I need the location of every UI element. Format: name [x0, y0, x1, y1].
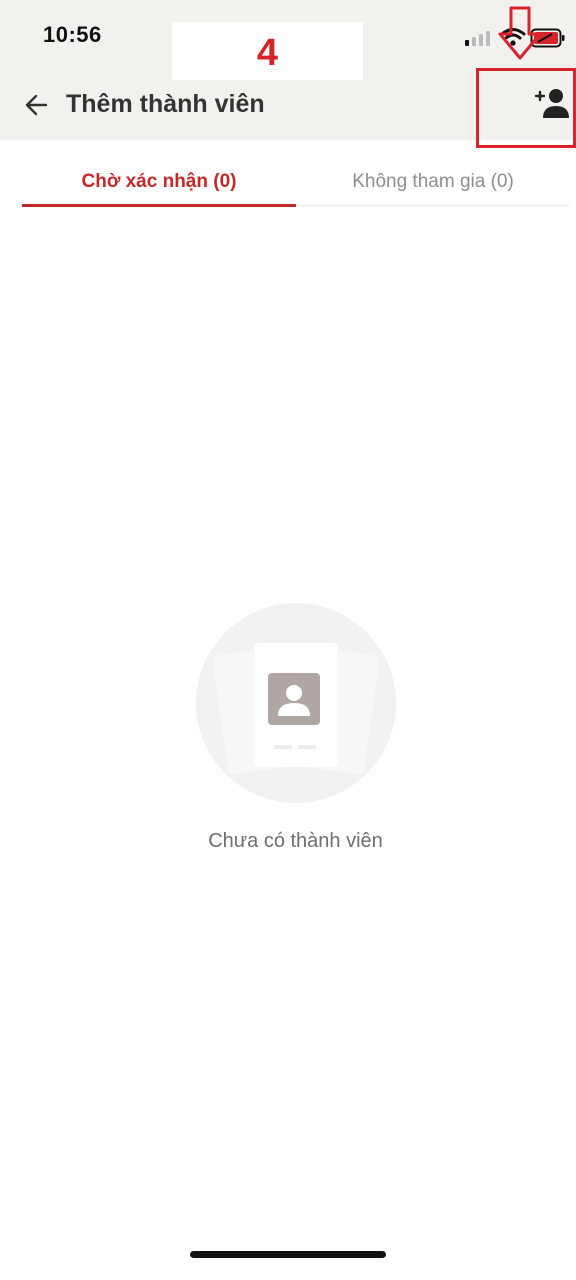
arrow-left-icon[interactable] — [22, 90, 52, 120]
tab-declined[interactable]: Không tham gia (0) — [296, 160, 570, 206]
tab-pending[interactable]: Chờ xác nhận (0) — [22, 160, 296, 207]
tab-bar: Chờ xác nhận (0) Không tham gia (0) — [22, 160, 570, 207]
signal-icon — [465, 31, 490, 46]
page-title: Thêm thành viên — [66, 90, 265, 118]
add-person-icon[interactable] — [530, 82, 574, 126]
step-annotation-box: 4 — [172, 22, 363, 80]
empty-state-text: Chưa có thành viên — [208, 830, 383, 852]
arrow-down-annotation-icon — [498, 6, 542, 60]
status-time: 10:56 — [43, 22, 102, 47]
contact-card-icon — [196, 603, 396, 803]
step-number: 4 — [256, 32, 279, 74]
home-indicator — [190, 1251, 386, 1258]
